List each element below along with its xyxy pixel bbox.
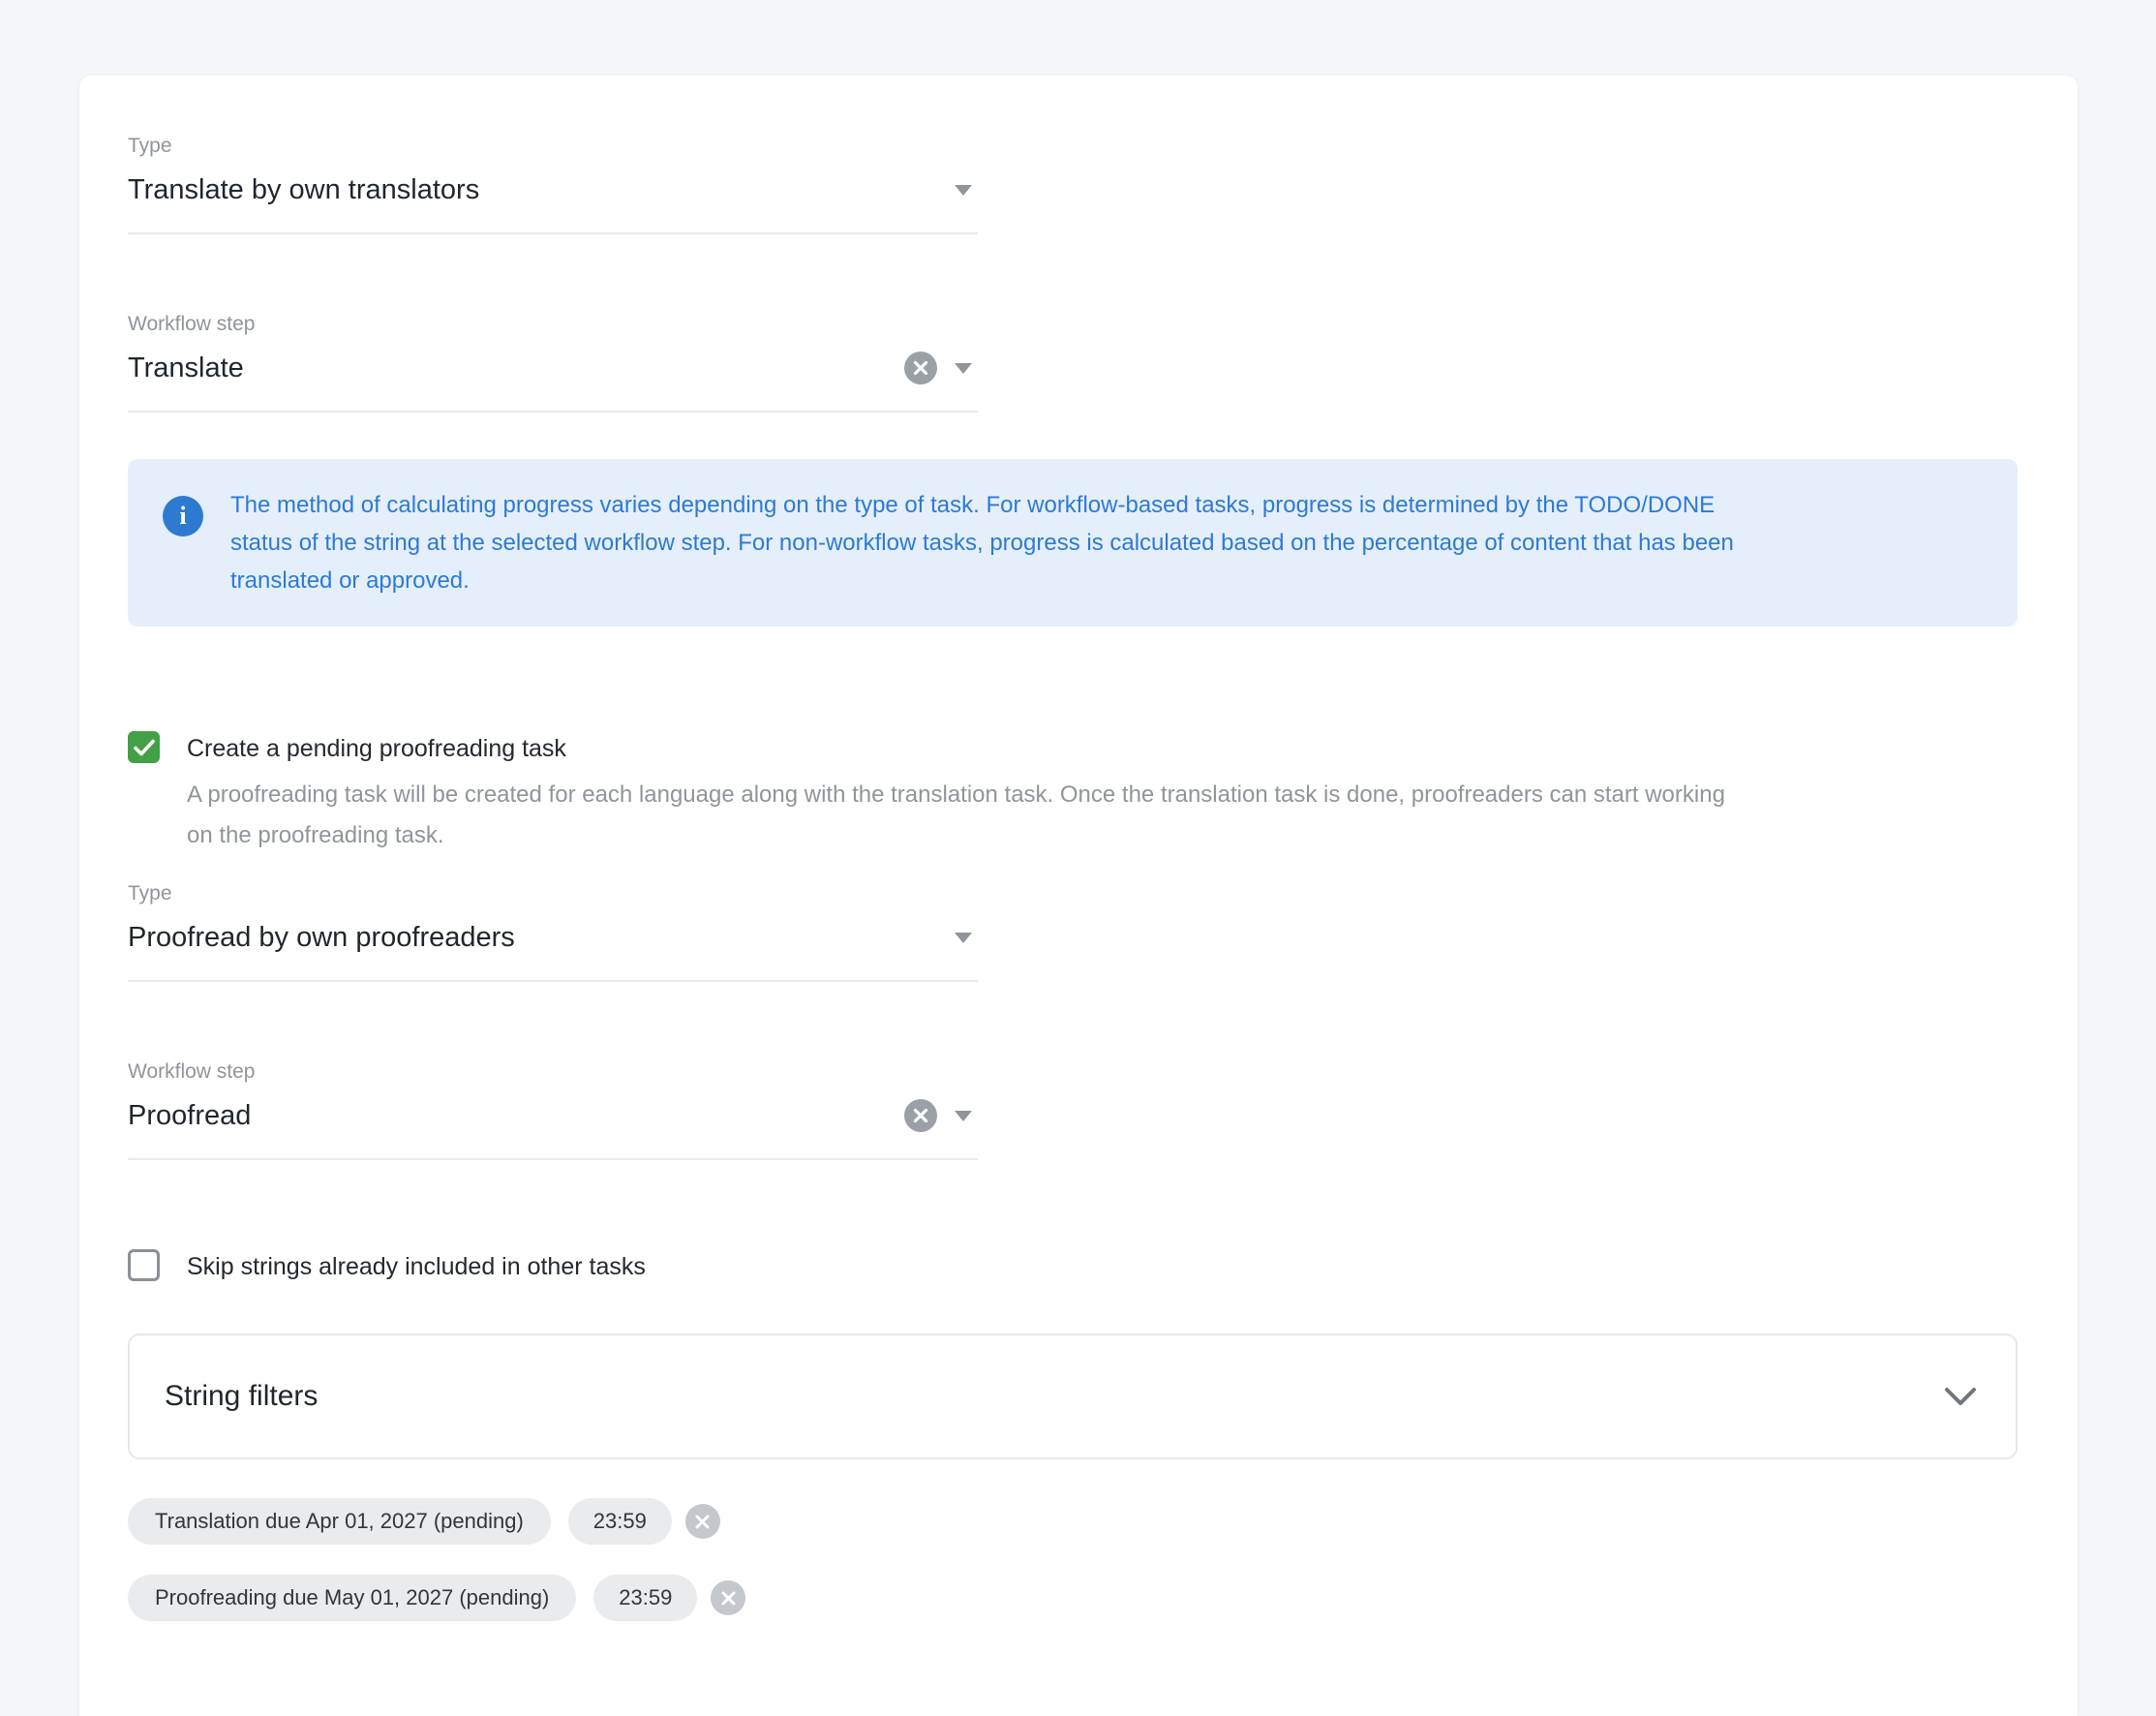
clear-icon[interactable] — [904, 1099, 937, 1132]
translation-workflow-select[interactable]: Translate — [128, 349, 978, 413]
chevron-down-icon[interactable] — [955, 933, 972, 943]
proofreading-checkbox-label: Create a pending proofreading task — [187, 731, 566, 765]
translation-workflow-field: Workflow step Translate — [128, 312, 978, 413]
proofreading-due-chip[interactable]: Proofreading due May 01, 2027 (pending) — [128, 1575, 576, 1621]
progress-info-banner: i The method of calculating progress var… — [128, 459, 2018, 627]
info-icon: i — [163, 496, 203, 536]
translation-workflow-value: Translate — [128, 349, 904, 387]
translation-type-select[interactable]: Translate by own translators — [128, 170, 978, 234]
proofread-type-value: Proofread by own proofreaders — [128, 918, 937, 957]
proofread-workflow-label: Workflow step — [128, 1059, 978, 1085]
translation-type-label: Type — [128, 134, 978, 159]
skip-strings-checkbox-label: Skip strings already included in other t… — [187, 1249, 646, 1283]
check-icon — [134, 739, 155, 756]
proofreading-checkbox-description: A proofreading task will be created for … — [187, 775, 2019, 856]
translation-due-time-chip[interactable]: 23:59 — [568, 1498, 672, 1545]
string-filters-header[interactable]: String filters — [128, 1333, 2018, 1459]
translation-type-field: Type Translate by own translators — [128, 134, 978, 234]
chevron-down-icon[interactable] — [1944, 1387, 1977, 1406]
proofreading-due-time-chip[interactable]: 23:59 — [593, 1575, 697, 1621]
proofread-workflow-select[interactable]: Proofread — [128, 1096, 978, 1160]
progress-info-text: The method of calculating progress varie… — [230, 486, 1734, 599]
proofread-type-select[interactable]: Proofread by own proofreaders — [128, 918, 978, 982]
proofread-type-field: Type Proofread by own proofreaders — [128, 881, 978, 982]
skip-strings-checkbox-row: Skip strings already included in other t… — [128, 1249, 2019, 1283]
chevron-down-icon[interactable] — [955, 1111, 972, 1121]
remove-icon[interactable] — [711, 1580, 745, 1615]
proofreading-checkbox-row: Create a pending proofreading task — [128, 731, 2019, 765]
proofreading-checkbox[interactable] — [128, 731, 160, 763]
skip-strings-checkbox[interactable] — [128, 1249, 160, 1281]
clear-icon[interactable] — [904, 352, 937, 384]
string-filters-title: String filters — [165, 1380, 318, 1413]
proofreading-due-row: Proofreading due May 01, 2027 (pending) … — [128, 1575, 2019, 1621]
remove-icon[interactable] — [685, 1504, 720, 1539]
chevron-down-icon[interactable] — [955, 185, 972, 196]
proofread-workflow-value: Proofread — [128, 1096, 904, 1135]
proofread-type-label: Type — [128, 881, 978, 906]
task-form-card: Type Translate by own translators Workfl… — [79, 76, 2078, 1716]
translation-due-chip[interactable]: Translation due Apr 01, 2027 (pending) — [128, 1498, 551, 1545]
chevron-down-icon[interactable] — [955, 363, 972, 374]
translation-workflow-label: Workflow step — [128, 312, 978, 337]
due-date-chips: Translation due Apr 01, 2027 (pending) 2… — [128, 1498, 2019, 1621]
proofread-workflow-field: Workflow step Proofread — [128, 1059, 978, 1160]
translation-due-row: Translation due Apr 01, 2027 (pending) 2… — [128, 1498, 2019, 1545]
translation-type-value: Translate by own translators — [128, 170, 937, 209]
